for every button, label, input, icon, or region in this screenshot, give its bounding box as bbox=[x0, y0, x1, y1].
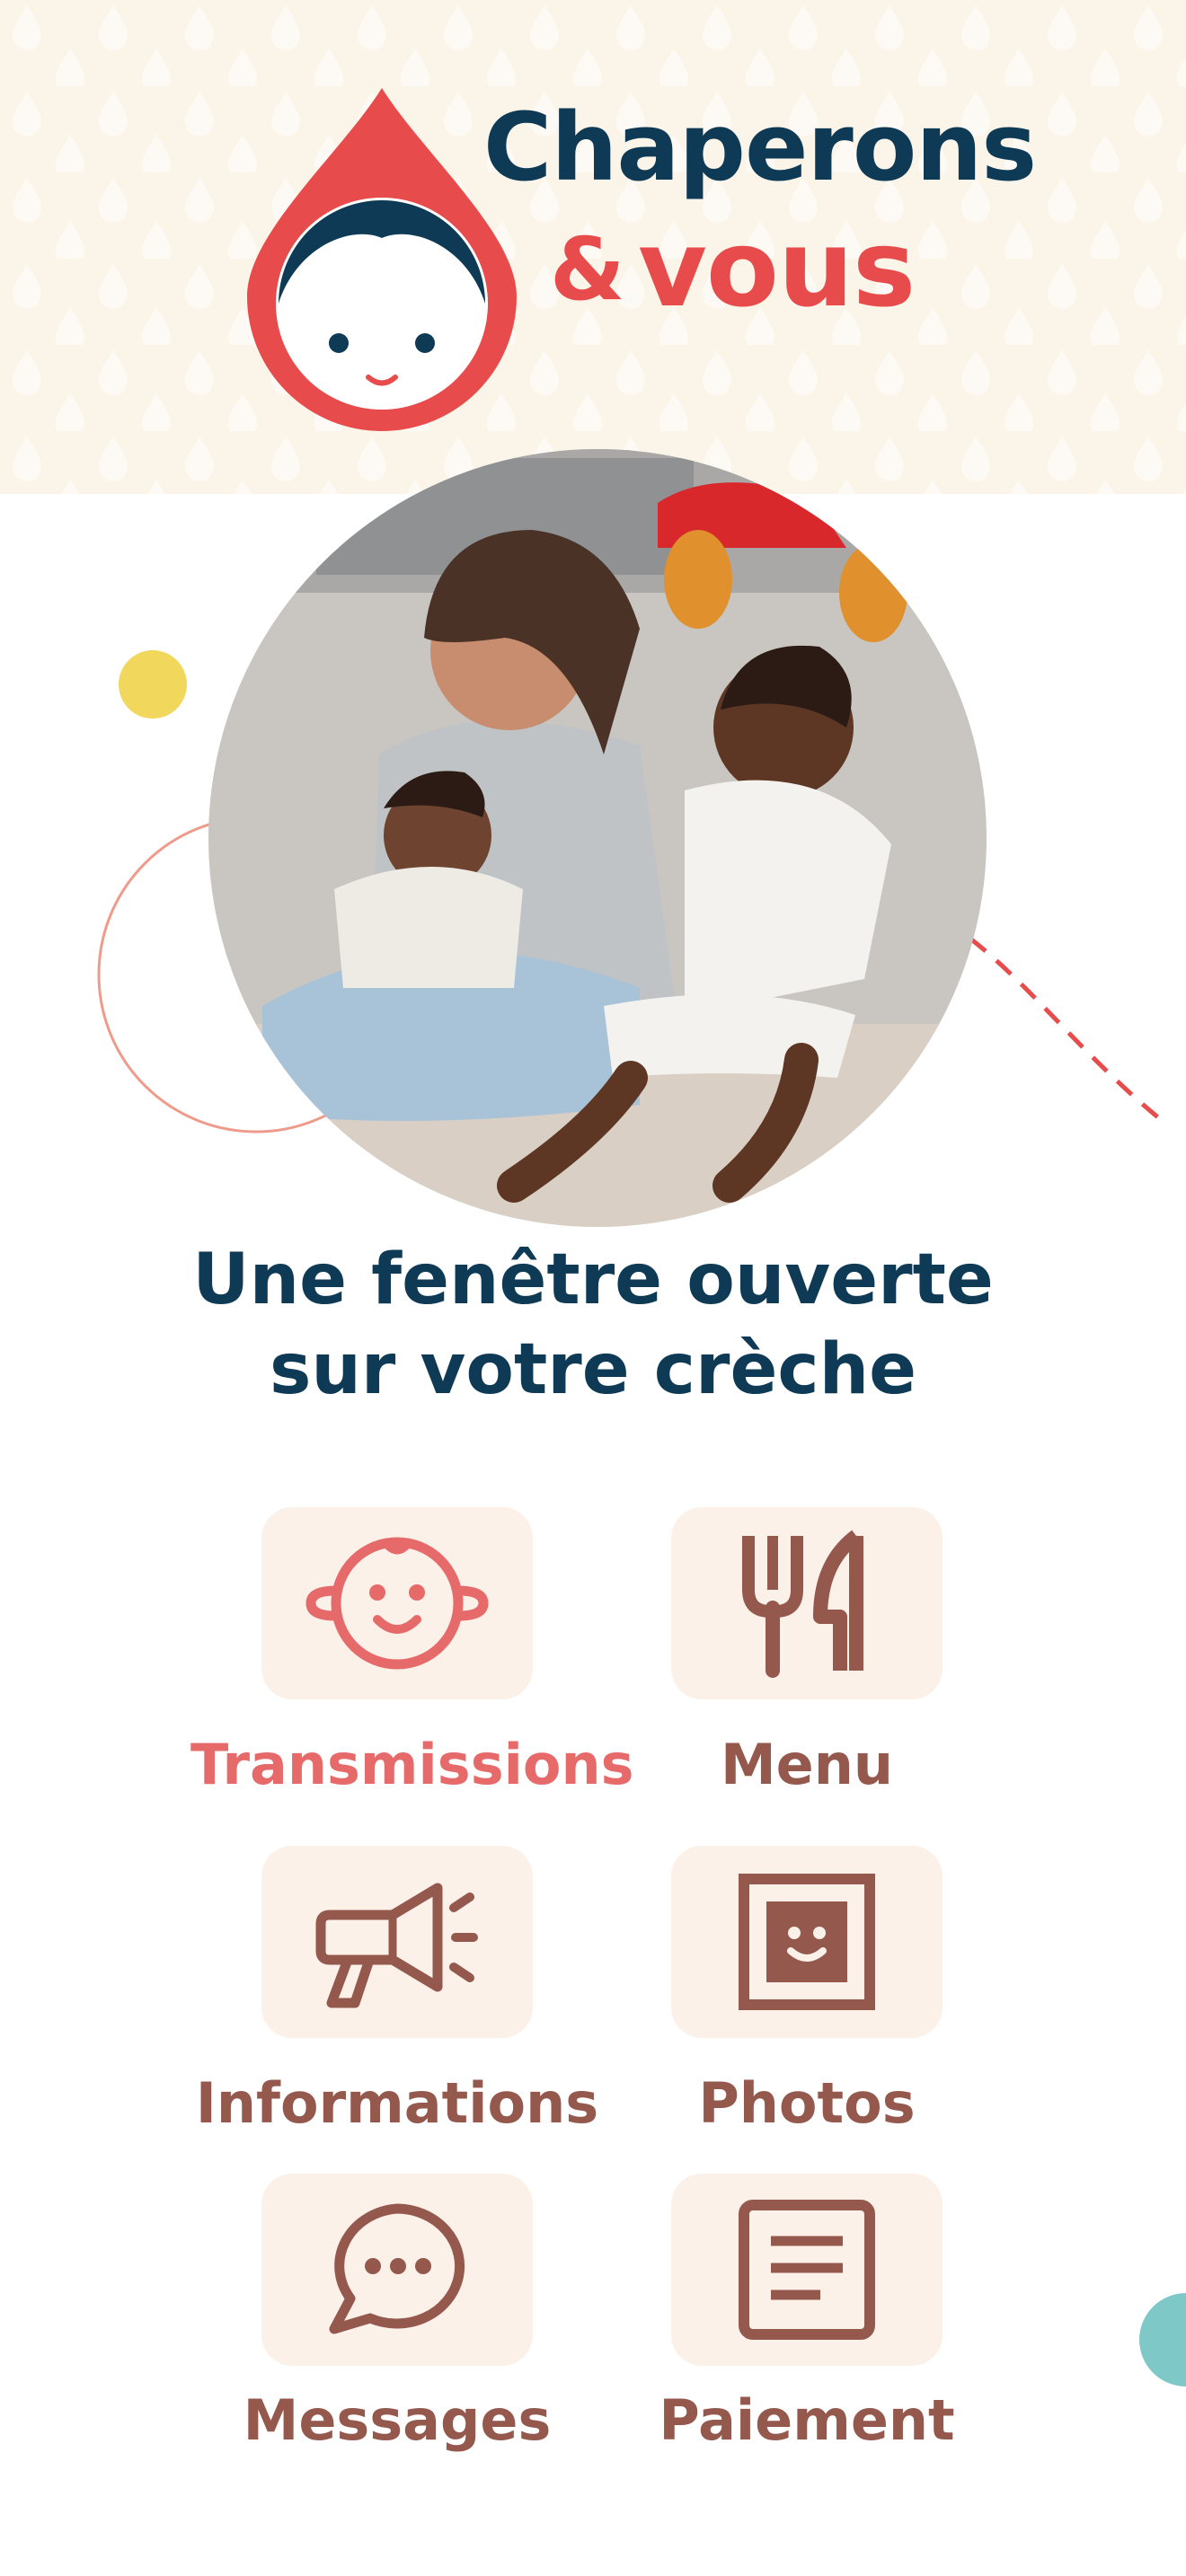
informations-label[interactable]: Informations bbox=[190, 2076, 604, 2131]
dashed-line bbox=[969, 937, 1161, 1120]
paiement-label[interactable]: Paiement bbox=[600, 2393, 1013, 2448]
brand-ampersand: & bbox=[550, 219, 625, 320]
transmissions-label[interactable]: Transmissions bbox=[190, 1737, 634, 1793]
hero-photo bbox=[208, 449, 987, 1227]
transmissions-button[interactable] bbox=[261, 1507, 533, 1699]
photos-label[interactable]: Photos bbox=[600, 2076, 1013, 2131]
teal-dot bbox=[1139, 2293, 1186, 2386]
paiement-button[interactable] bbox=[671, 2174, 943, 2366]
baby-face-icon bbox=[305, 1537, 489, 1670]
messages-button[interactable] bbox=[261, 2174, 533, 2366]
photo-frame-icon bbox=[739, 1874, 875, 2010]
title-line-1: Une fenêtre ouverte bbox=[192, 1239, 994, 1320]
chat-bubble-icon bbox=[329, 2203, 465, 2334]
brand-name-line2: vous bbox=[638, 207, 916, 331]
menu-label[interactable]: Menu bbox=[600, 1737, 1013, 1793]
informations-button[interactable] bbox=[261, 1846, 533, 2038]
brand-name-line1: Chaperons bbox=[483, 93, 1037, 202]
fork-knife-icon bbox=[742, 1530, 863, 1678]
megaphone-icon bbox=[315, 1883, 478, 2008]
photos-button[interactable] bbox=[671, 1846, 943, 2038]
messages-label[interactable]: Messages bbox=[190, 2393, 604, 2448]
yellow-dot bbox=[119, 650, 187, 719]
page-title: Une fenêtre ouverte sur votre crèche bbox=[0, 1235, 1186, 1415]
invoice-icon bbox=[739, 2200, 875, 2340]
chaperon-logo-icon bbox=[247, 88, 517, 431]
menu-button[interactable] bbox=[671, 1507, 943, 1699]
header: Chaperons & vous bbox=[0, 0, 1186, 494]
title-line-2: sur votre crèche bbox=[269, 1329, 917, 1410]
